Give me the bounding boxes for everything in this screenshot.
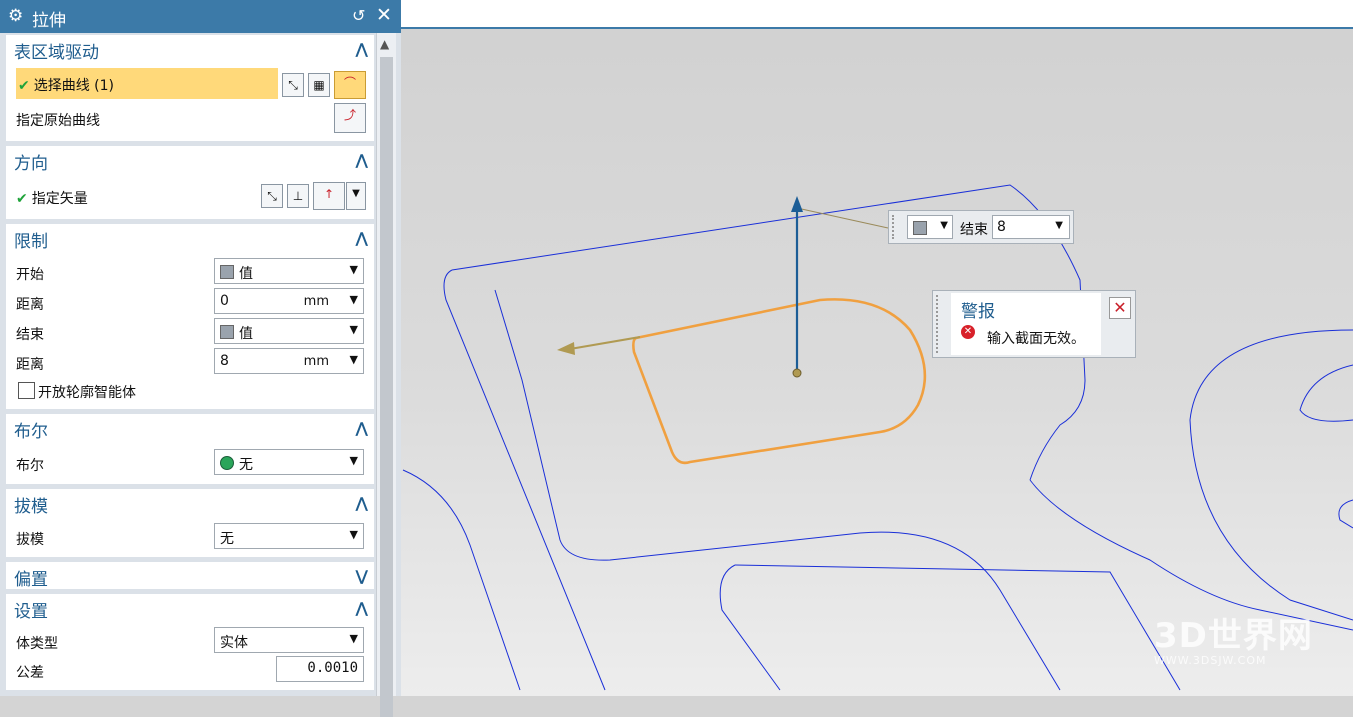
model-edge — [1189, 329, 1353, 621]
alert-popup: 警报 ✕ 输入截面无效。 ✕ — [932, 290, 1136, 358]
watermark: 3D世界网 WWW.3DSJW.COM — [1148, 608, 1328, 668]
start-handle-line[interactable] — [569, 336, 641, 350]
watermark-url: WWW.3DSJW.COM — [1154, 654, 1267, 667]
model-edge — [734, 564, 1181, 691]
model-edge — [1338, 499, 1353, 529]
drag-grip[interactable] — [936, 295, 942, 353]
alert-body: 警报 ✕ 输入截面无效。 — [951, 293, 1101, 355]
direction-arrowhead[interactable] — [791, 196, 803, 212]
error-icon: ✕ — [961, 325, 975, 339]
model-edge — [1299, 364, 1353, 422]
value-cube-icon — [913, 221, 927, 235]
end-option-select[interactable]: ▼ — [907, 215, 953, 239]
end-handle-input[interactable]: 8 ▼ — [992, 215, 1070, 239]
alert-title: 警报 — [961, 302, 995, 322]
model-edge — [443, 269, 606, 691]
end-distance-handle-box: ▼ 结束 8 ▼ — [888, 210, 1074, 244]
drag-grip[interactable] — [892, 215, 898, 239]
end-handle-label: 结束 — [960, 222, 988, 238]
alert-message: 输入截面无效。 — [987, 331, 1085, 347]
start-handle-arrowhead[interactable] — [557, 342, 575, 355]
model-scene — [402, 184, 1353, 691]
chevron-down-icon: ▼ — [1055, 220, 1063, 231]
selected-section-curve[interactable] — [632, 298, 927, 465]
model-edge — [402, 469, 521, 691]
chevron-down-icon: ▼ — [940, 220, 948, 231]
watermark-brand: 3D世界网 — [1154, 616, 1313, 656]
alert-close-button[interactable]: ✕ — [1109, 297, 1131, 319]
model-edge — [719, 564, 781, 691]
origin-point[interactable] — [792, 368, 802, 378]
